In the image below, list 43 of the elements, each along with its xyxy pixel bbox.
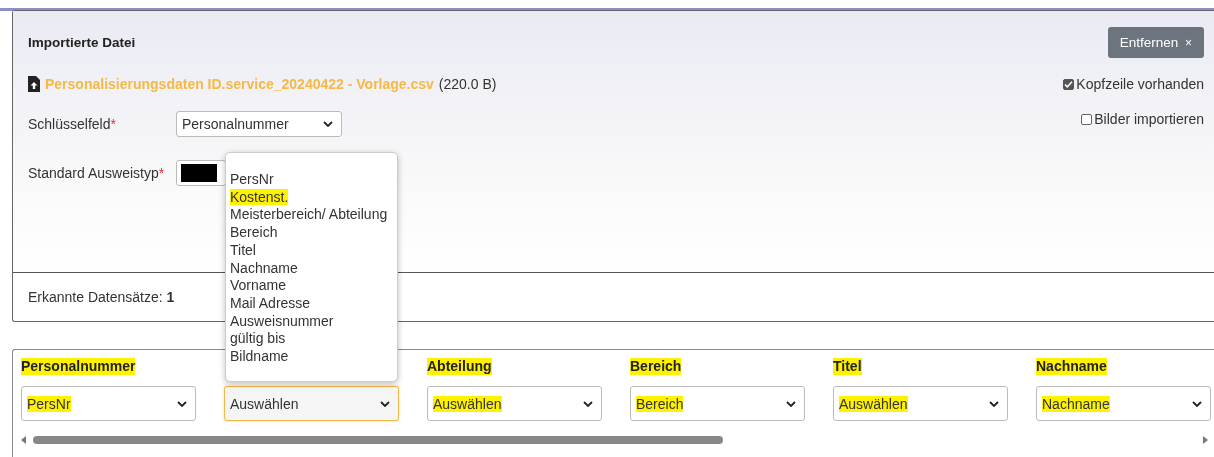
remove-button[interactable]: Entfernen × <box>1107 27 1204 58</box>
file-upload-icon <box>28 76 40 92</box>
column-select[interactable]: PersNr <box>21 386 196 421</box>
redacted-select[interactable] <box>176 160 226 186</box>
column-heading: Bereich <box>630 358 682 375</box>
dropdown-option[interactable]: Bereich <box>230 224 393 242</box>
field-label: Schlüsselfeld* <box>28 116 117 132</box>
column-select[interactable]: Auswählen <box>224 386 399 421</box>
panel-title: Importierte Datei <box>28 35 136 50</box>
dropdown-option[interactable]: Ausweisnummer <box>230 312 393 331</box>
scroll-right-icon[interactable] <box>1202 436 1208 444</box>
chevron-down-icon <box>177 400 187 407</box>
dropdown-option[interactable]: Kostenst. <box>230 188 393 207</box>
chevron-down-icon <box>323 121 333 127</box>
chevron-down-icon <box>583 400 593 407</box>
chevron-down-icon <box>1192 400 1202 407</box>
column-heading: Nachname <box>1036 358 1107 375</box>
horizontal-scrollbar[interactable] <box>21 435 1208 445</box>
dropdown-option[interactable]: Vorname <box>230 277 393 295</box>
dropdown-option[interactable]: Mail Adresse <box>230 294 393 313</box>
dropdown-option[interactable]: Meisterbereich/ Abteilung <box>230 206 393 225</box>
option-checkbox[interactable]: Bilder importieren <box>1081 111 1204 127</box>
chevron-down-icon <box>380 400 390 407</box>
option-checkbox[interactable]: Kopfzeile vorhanden <box>1063 76 1204 92</box>
column-heading: Abteilung <box>427 358 492 375</box>
chevron-down-icon <box>786 400 796 407</box>
file-size: (220.0 B) <box>438 76 497 92</box>
record-count: Erkannte Datensätze: 1 <box>28 289 175 305</box>
check-icon <box>1064 79 1074 89</box>
scroll-left-icon[interactable] <box>21 436 27 444</box>
dropdown-option[interactable]: Titel <box>230 241 393 260</box>
column-select[interactable]: Bereich <box>630 386 805 421</box>
dropdown-option[interactable]: gültig bis <box>230 330 393 349</box>
key-field-select[interactable]: Personalnummer <box>176 111 342 137</box>
column-select[interactable]: Auswählen <box>427 386 602 421</box>
column-heading: Titel <box>833 358 862 375</box>
dropdown-option[interactable]: Nachname <box>230 259 393 278</box>
field-label: Standard Ausweistyp* <box>28 165 166 181</box>
chevron-down-icon <box>989 400 999 407</box>
dropdown-option[interactable]: Bildname <box>230 348 393 366</box>
column-select[interactable]: Nachname <box>1036 386 1211 421</box>
column-select[interactable]: Auswählen <box>833 386 1008 421</box>
dropdown-option[interactable]: PersNr <box>230 171 393 189</box>
